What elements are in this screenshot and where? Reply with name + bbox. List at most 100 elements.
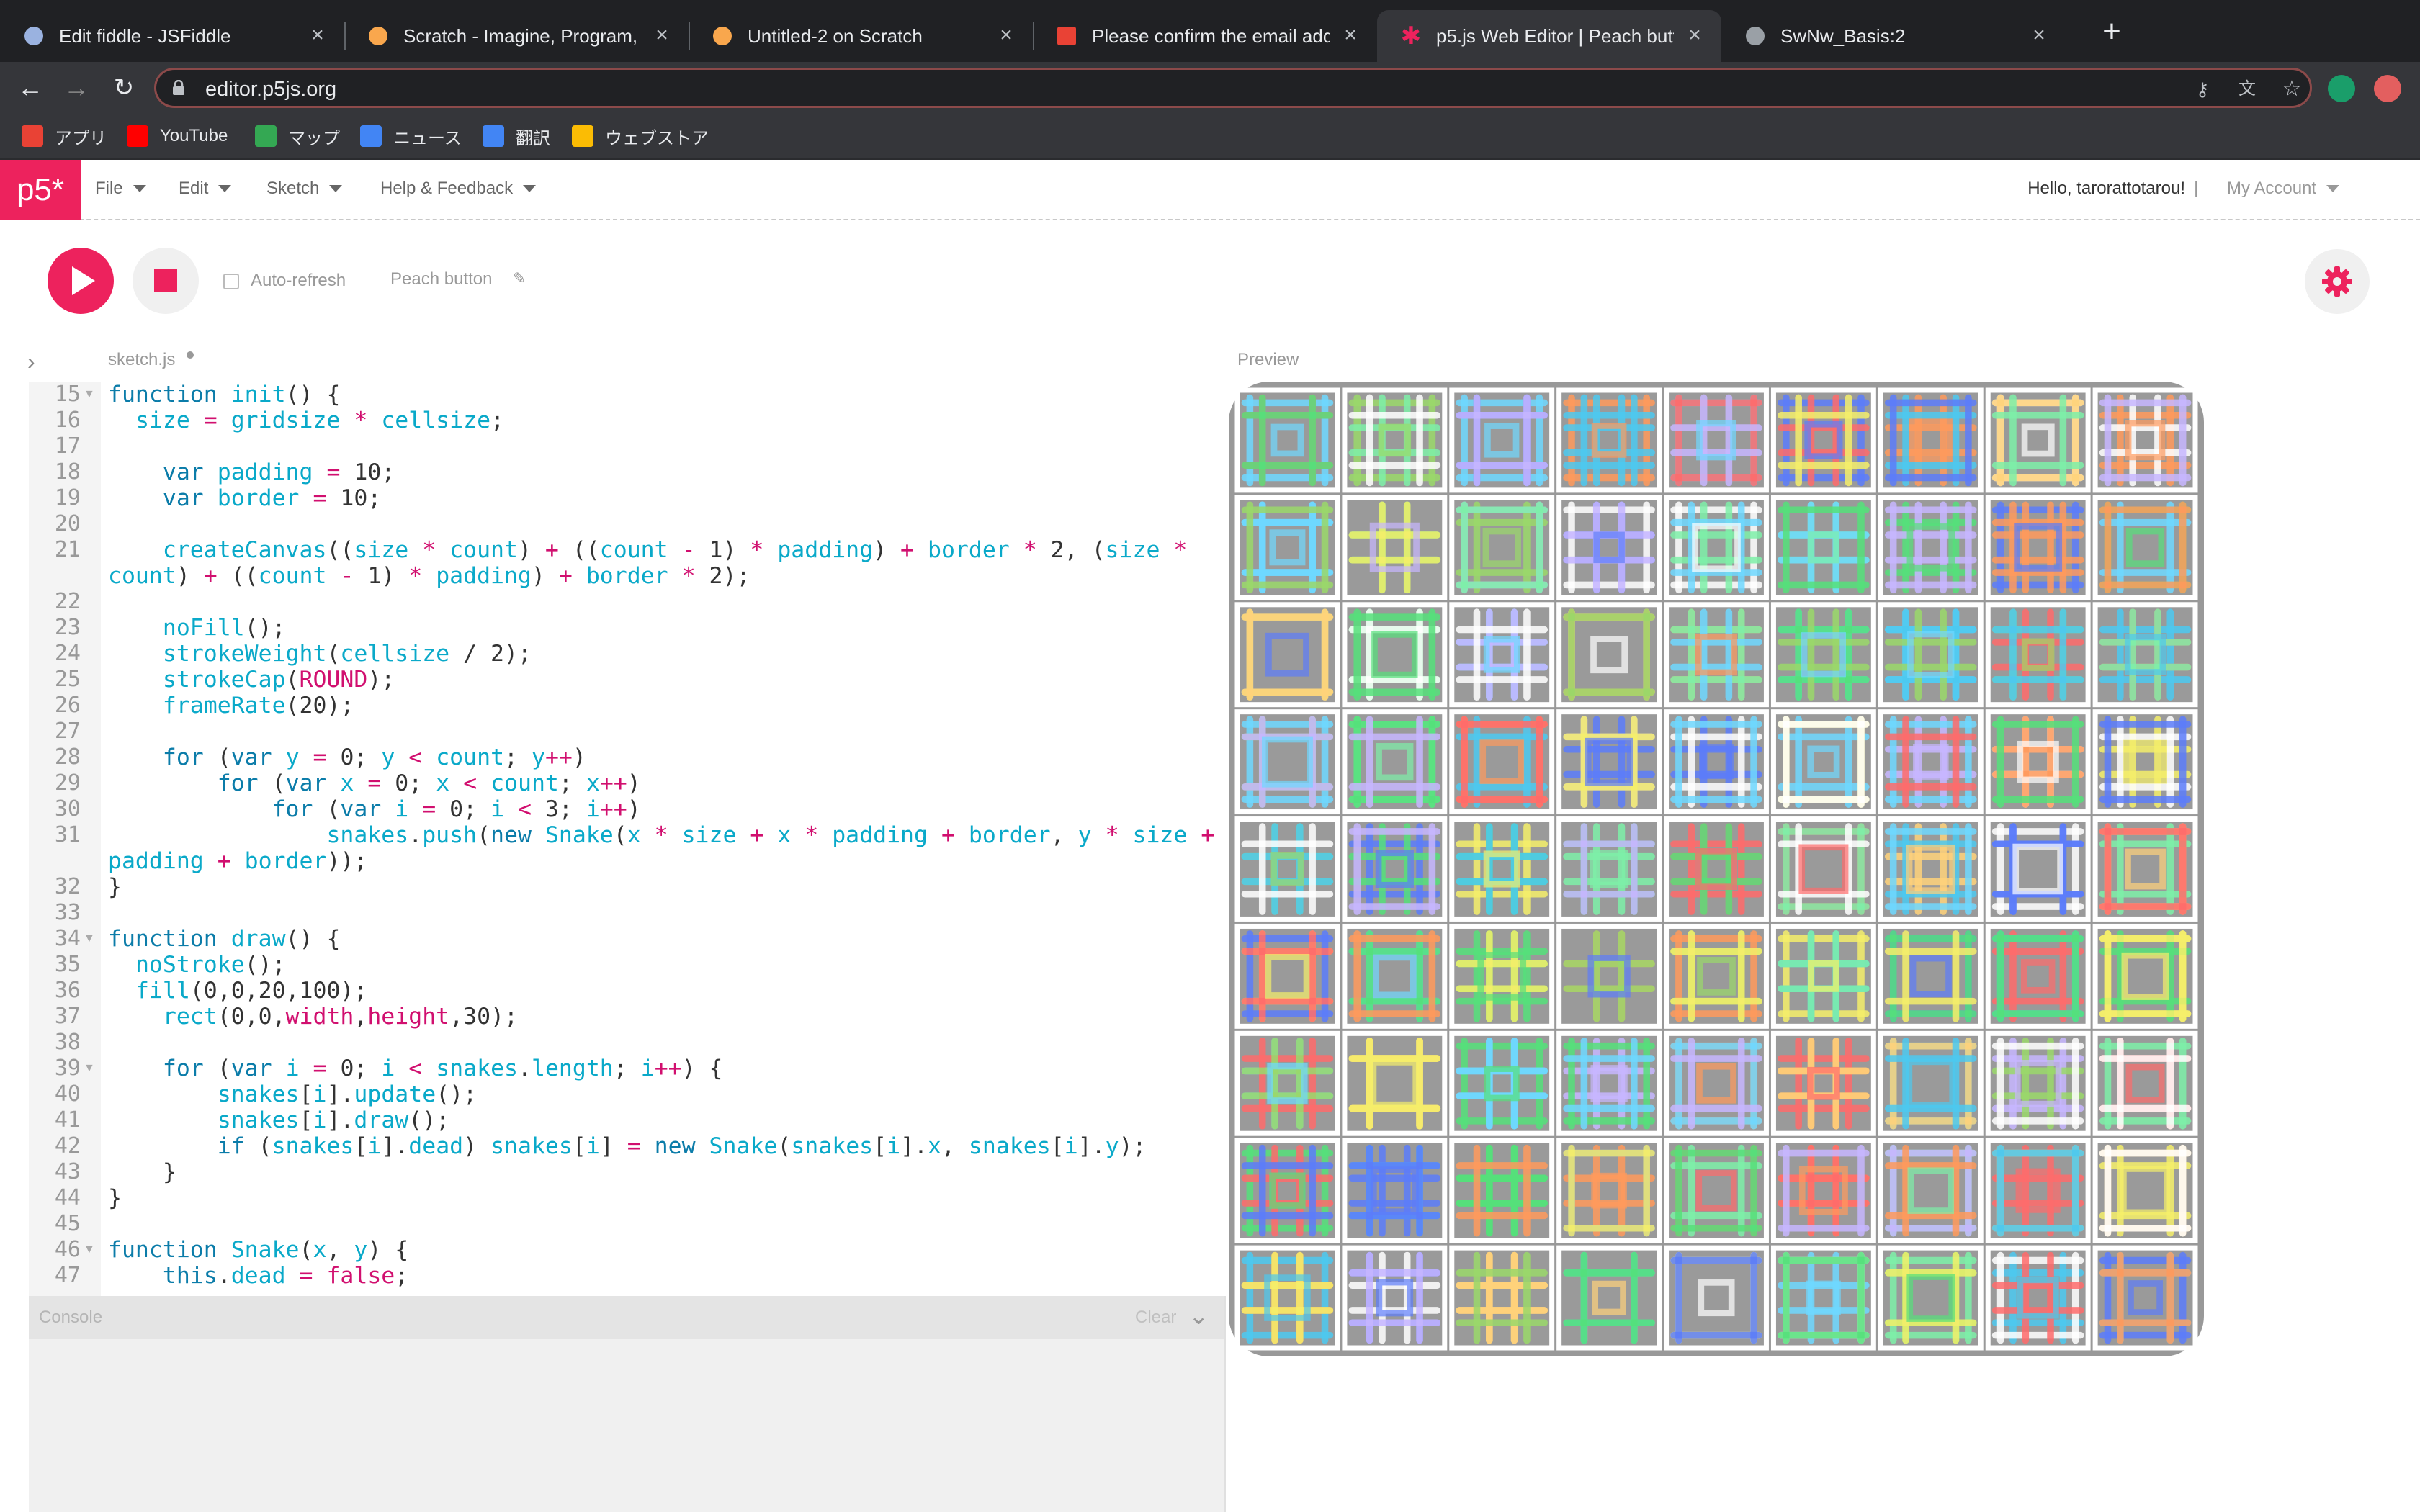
fold-arrow-icon[interactable]: ▼ xyxy=(84,926,95,952)
pattern-tile xyxy=(1234,1138,1340,1243)
bookmark-item[interactable]: アプリ xyxy=(22,120,107,153)
code-line[interactable]: fill(0,0,20,100); xyxy=(108,978,367,1004)
extension-icon[interactable] xyxy=(2328,75,2355,102)
code-line[interactable]: this.dead = false; xyxy=(108,1263,408,1289)
chevron-down-icon[interactable]: ⌄ xyxy=(1188,1302,1209,1331)
pattern-tile xyxy=(1342,709,1448,815)
code-line[interactable]: for (var i = 0; i < 3; i++) xyxy=(108,796,641,822)
lock-icon xyxy=(173,80,184,95)
menu-help[interactable]: Help & Feedback xyxy=(380,179,537,199)
bookmarks-bar: アプリ YouTube マップ ニュース 翻訳 ウェブストア xyxy=(0,114,2420,160)
pattern-tile xyxy=(1234,1245,1340,1351)
code-line[interactable]: snakes.push(new Snake(x * size + x * pad… xyxy=(108,822,1217,848)
file-tab-sketch-js[interactable]: sketch.js xyxy=(108,350,175,370)
browser-tab[interactable]: SwNw_Basis:2 × xyxy=(1721,10,2066,62)
code-line[interactable]: var border = 10; xyxy=(108,485,381,511)
code-line[interactable]: function draw() { xyxy=(108,926,340,952)
fold-arrow-icon[interactable]: ▼ xyxy=(84,1237,95,1263)
pencil-icon[interactable]: ✎ xyxy=(513,269,526,288)
code-line[interactable]: } xyxy=(108,874,122,900)
code-line[interactable]: rect(0,0,width,height,30); xyxy=(108,1004,518,1030)
forward-icon[interactable]: → xyxy=(60,72,92,104)
fold-arrow-icon[interactable]: ▼ xyxy=(84,382,95,408)
code-line[interactable]: } xyxy=(108,1159,176,1185)
close-tab-icon[interactable]: × xyxy=(1684,24,1706,46)
browser-tab-title: SwNw_Basis:2 xyxy=(1780,24,1906,47)
pattern-tile xyxy=(1449,495,1555,600)
bookmark-item[interactable]: マップ xyxy=(255,120,340,153)
address-bar[interactable]: editor.p5js.org ⚷ 文 ☆ xyxy=(154,68,2312,108)
close-tab-icon[interactable]: × xyxy=(307,24,328,46)
close-tab-icon[interactable]: × xyxy=(995,24,1017,46)
pattern-tile xyxy=(1342,1030,1448,1136)
p5-logo[interactable]: p5* xyxy=(0,160,81,220)
translate-icon[interactable]: 文 xyxy=(2235,77,2259,102)
code-line[interactable]: function init() { xyxy=(108,382,340,408)
console-clear-button[interactable]: Clear xyxy=(1135,1308,1176,1328)
auto-refresh-checkbox[interactable] xyxy=(223,274,239,289)
code-line[interactable]: size = gridsize * cellsize; xyxy=(108,408,504,433)
new-tab-button[interactable]: + xyxy=(2097,16,2126,48)
code-line[interactable]: var padding = 10; xyxy=(108,459,395,485)
profile-avatar[interactable] xyxy=(2374,75,2401,102)
code-line[interactable]: frameRate(20); xyxy=(108,693,354,719)
bookmark-item[interactable]: ニュース xyxy=(360,120,462,153)
code-line[interactable]: for (var i = 0; i < snakes.length; i++) … xyxy=(108,1056,723,1081)
star-icon[interactable]: ☆ xyxy=(2280,77,2304,102)
reload-icon[interactable]: ↻ xyxy=(108,72,140,104)
pattern-tile xyxy=(1878,602,1984,708)
my-account-menu[interactable]: My Account xyxy=(2227,179,2340,199)
code-line[interactable]: noFill(); xyxy=(108,615,286,641)
pattern-tile xyxy=(1556,1245,1662,1351)
line-number: 34 xyxy=(54,926,81,951)
sidebar-expand-icon[interactable]: › xyxy=(27,348,35,375)
sketch-name[interactable]: Peach button xyxy=(390,269,492,289)
jsfiddle-icon xyxy=(23,25,45,47)
bookmark-item[interactable]: ウェブストア xyxy=(572,120,709,153)
code-line[interactable]: strokeCap(ROUND); xyxy=(108,667,395,693)
code-line[interactable]: count) + ((count - 1) * padding) + borde… xyxy=(108,563,750,589)
close-tab-icon[interactable]: × xyxy=(1340,24,1361,46)
bookmark-item[interactable]: YouTube xyxy=(127,120,228,153)
browser-tab[interactable]: Scratch - Imagine, Program, Share × xyxy=(344,10,689,62)
pane-divider[interactable] xyxy=(1224,1296,1226,1512)
bookmark-label: YouTube xyxy=(160,126,228,145)
preview-canvas[interactable] xyxy=(1229,382,2204,1356)
stop-button[interactable] xyxy=(133,248,199,314)
code-line[interactable]: for (var x = 0; x < count; x++) xyxy=(108,770,641,796)
browser-tab[interactable]: ✱ p5.js Web Editor | Peach button × xyxy=(1377,10,1721,62)
menu-edit[interactable]: Edit xyxy=(179,179,232,199)
code-editor[interactable]: function init() { size = gridsize * cell… xyxy=(108,382,1217,1296)
settings-button[interactable] xyxy=(2305,249,2370,314)
code-line[interactable]: createCanvas((size * count) + ((count - … xyxy=(108,537,1187,563)
browser-tab[interactable]: Please confirm the email address × xyxy=(1033,10,1377,62)
browser-tab[interactable]: Edit fiddle - JSFiddle × xyxy=(0,10,344,62)
code-line[interactable]: noStroke(); xyxy=(108,952,286,978)
browser-tab[interactable]: Untitled-2 on Scratch × xyxy=(689,10,1033,62)
pattern-tile xyxy=(1770,709,1876,815)
pattern-tile xyxy=(1985,923,2091,1029)
bookmark-item[interactable]: 翻訳 xyxy=(483,120,550,153)
url-text[interactable]: editor.p5js.org xyxy=(205,78,336,102)
code-line[interactable]: snakes[i].update(); xyxy=(108,1081,477,1107)
code-line[interactable]: for (var y = 0; y < count; y++) xyxy=(108,744,586,770)
code-line[interactable]: padding + border)); xyxy=(108,848,367,874)
fold-arrow-icon[interactable]: ▼ xyxy=(84,1056,95,1081)
menu-sketch[interactable]: Sketch xyxy=(266,179,343,199)
close-tab-icon[interactable]: × xyxy=(2028,24,2050,46)
close-tab-icon[interactable]: × xyxy=(651,24,673,46)
stop-icon xyxy=(154,269,177,292)
pattern-tile xyxy=(1664,1030,1769,1136)
auto-refresh-label[interactable]: Auto-refresh xyxy=(251,271,346,291)
code-line[interactable]: function Snake(x, y) { xyxy=(108,1237,408,1263)
pattern-tile xyxy=(1342,816,1448,922)
menu-file[interactable]: File xyxy=(95,179,146,199)
line-number: 36 xyxy=(54,978,81,1003)
back-icon[interactable]: ← xyxy=(14,72,46,104)
code-line[interactable]: snakes[i].draw(); xyxy=(108,1107,449,1133)
code-line[interactable]: if (snakes[i].dead) snakes[i] = new Snak… xyxy=(108,1133,1147,1159)
code-line[interactable]: } xyxy=(108,1185,122,1211)
play-button[interactable] xyxy=(48,248,114,314)
key-icon[interactable]: ⚷ xyxy=(2190,77,2215,102)
code-line[interactable]: strokeWeight(cellsize / 2); xyxy=(108,641,532,667)
